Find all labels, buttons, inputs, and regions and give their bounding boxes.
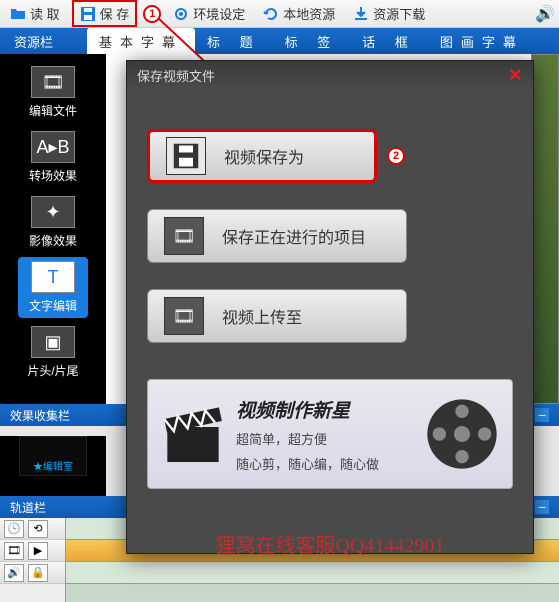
film-icon: 🎞 (31, 66, 75, 98)
gear-icon (173, 6, 189, 22)
support-contact: 狸窝在线客服QQ41442901 (147, 529, 513, 558)
tab-dialog-box[interactable]: 话 框 (350, 28, 428, 55)
upload-video-button[interactable]: 🎞 视频上传至 (147, 289, 407, 343)
film-reel-icon (422, 394, 502, 474)
sidebar: 🎞 编辑文件 A▸B 转场效果 ✦ 影像效果 T 文字编辑 ▣ 片头/片尾 (0, 54, 106, 404)
folder-open-icon (10, 6, 26, 22)
resource-header: 资源栏 基本字幕 标 题 标 签 话 框 图画字幕 (0, 28, 559, 54)
tab-title[interactable]: 标 题 (195, 28, 273, 55)
rewind-button[interactable]: ⟲ (28, 520, 48, 538)
download-resource-button[interactable]: 资源下载 (347, 2, 431, 25)
sidebar-item-video-effect[interactable]: ✦ 影像效果 (18, 192, 88, 253)
transition-icon: A▸B (31, 131, 75, 163)
sidebar-item-intro-outro[interactable]: ▣ 片头/片尾 (18, 322, 88, 383)
minimize-track-button[interactable]: − (535, 500, 549, 514)
video-track-button[interactable]: 🎞 (4, 542, 24, 560)
promo-sub1: 超简单，超方便 (236, 429, 414, 448)
effects-thumb[interactable]: ★编辑室 (19, 436, 87, 476)
effects-box: ★编辑室 (0, 436, 106, 496)
floppy-save-icon (166, 137, 206, 175)
save-project-button[interactable]: 🎞 保存正在进行的项目 (147, 209, 407, 263)
tab-basic-subtitle[interactable]: 基本字幕 (87, 28, 195, 55)
film-icon: 🎞 (164, 297, 204, 335)
local-resource-button[interactable]: 本地资源 (257, 2, 341, 25)
speaker-icon[interactable]: 🔊 (535, 4, 555, 24)
save-video-as-button[interactable]: 视频保存为 (147, 129, 377, 183)
promo-banner: 视频制作新星 超简单，超方便 随心剪，随心编，随心做 (147, 379, 513, 489)
dialog-titlebar: 保存视频文件 ✕ (127, 61, 533, 89)
minimize-fx-button[interactable]: − (535, 408, 549, 422)
film-icon: 🎞 (164, 217, 204, 255)
settings-button[interactable]: 环境设定 (167, 2, 251, 25)
text-icon: T (31, 261, 75, 293)
close-icon[interactable]: ✕ (508, 65, 523, 86)
promo-sub2: 随心剪，随心编，随心做 (236, 454, 414, 473)
refresh-icon (263, 6, 279, 22)
tab-bar: 基本字幕 标 题 标 签 话 框 图画字幕 (87, 28, 536, 55)
tab-image-subtitle[interactable]: 图画字幕 (428, 28, 536, 55)
play-button[interactable]: ▶ (28, 542, 48, 560)
audio-track-button[interactable]: 🔊 (4, 564, 24, 582)
annotation-marker-2: 2 (387, 147, 405, 165)
resource-title: 资源栏 (0, 32, 67, 51)
download-icon (353, 6, 369, 22)
sidebar-item-edit-file[interactable]: 🎞 编辑文件 (18, 62, 88, 123)
top-toolbar: 读 取 保 存 1 环境设定 本地资源 资源下载 🔊 (0, 0, 559, 28)
annotation-marker-1: 1 (143, 5, 161, 23)
clapperboard-icon (158, 399, 228, 469)
clock-button[interactable]: 🕓 (4, 520, 24, 538)
promo-title: 视频制作新星 (236, 396, 414, 423)
save-video-dialog: 保存视频文件 ✕ 视频保存为 2 🎞 保存正在进行的项目 🎞 视频上传至 视频制… (126, 60, 534, 554)
preview-thumb (531, 54, 559, 404)
floppy-save-icon (80, 6, 96, 22)
sidebar-item-transition[interactable]: A▸B 转场效果 (18, 127, 88, 188)
tab-label[interactable]: 标 签 (273, 28, 351, 55)
clip-icon: ▣ (31, 326, 75, 358)
save-button[interactable]: 保 存 (72, 0, 138, 27)
lock-button[interactable]: 🔒 (28, 564, 48, 582)
open-button[interactable]: 读 取 (4, 2, 66, 25)
track-controls: 🕓 ⟲ 🎞 ▶ 🔊 🔒 (0, 518, 66, 602)
sidebar-item-text-edit[interactable]: T 文字编辑 (18, 257, 88, 318)
sparkle-icon: ✦ (31, 196, 75, 228)
